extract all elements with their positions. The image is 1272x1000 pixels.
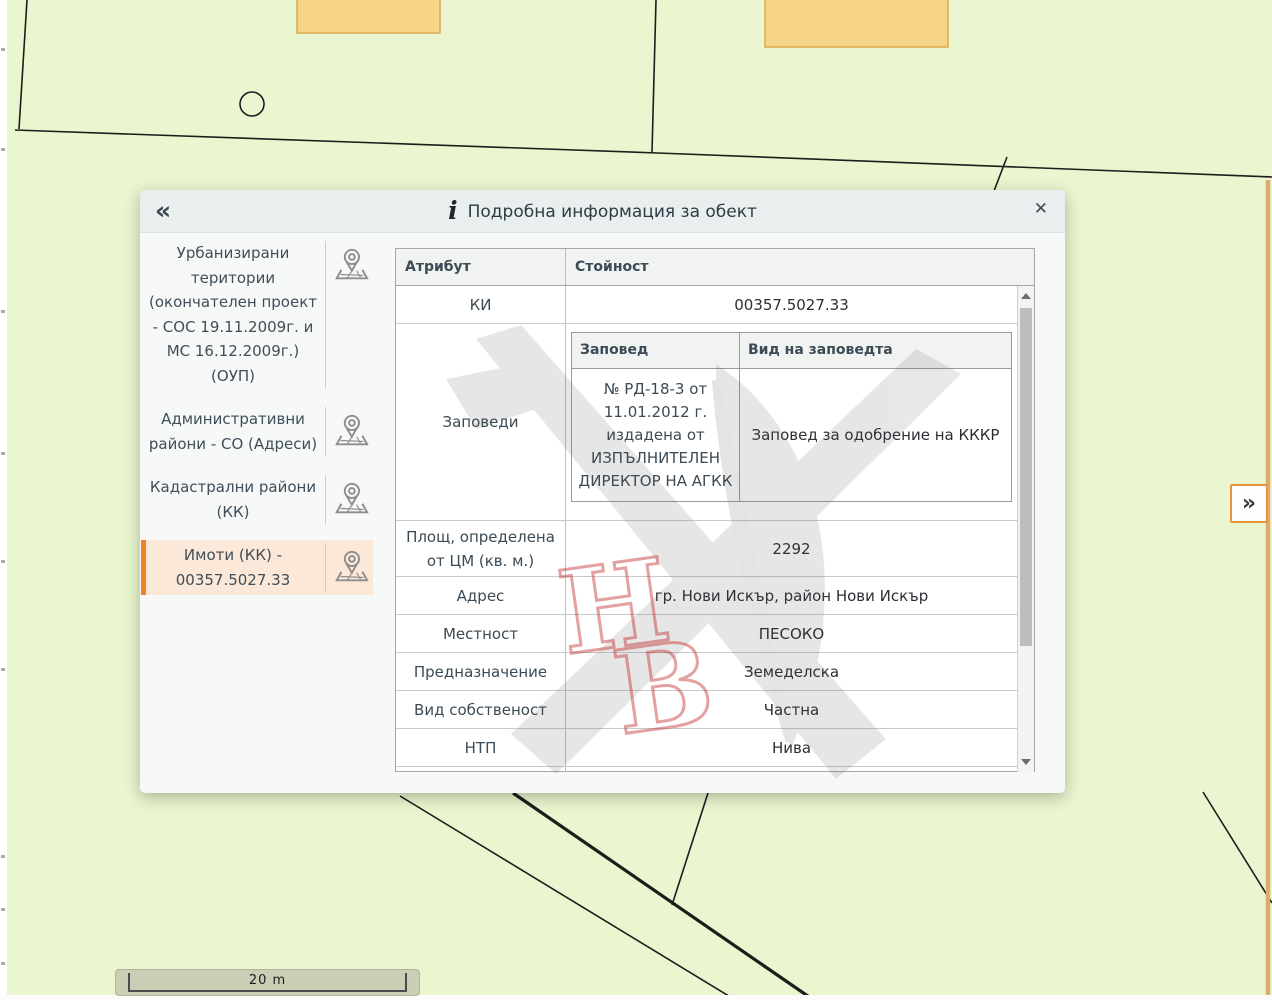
table-scrollbar[interactable] xyxy=(1017,286,1034,772)
icon-column xyxy=(325,475,373,524)
icon-column xyxy=(325,543,373,592)
chevron-double-right-icon: » xyxy=(1242,493,1256,515)
table-row: Местност ПЕСОКО xyxy=(396,615,1017,653)
attr-cell: КИ xyxy=(396,286,566,323)
value-cell: Нива xyxy=(566,729,1017,766)
orders-col-type: Вид на заповедта xyxy=(740,333,1011,368)
dialog-title: Подробна информация за обект xyxy=(468,202,757,222)
scrollbar-thumb[interactable] xyxy=(1020,308,1032,646)
table-row: Площ, определена от ЦМ (кв. м.) 2292 xyxy=(396,521,1017,577)
sidebar-item-label: Урбанизирани територии (окончателен прое… xyxy=(141,241,325,388)
attr-cell: НТП xyxy=(396,729,566,766)
table-row: НТП Нива xyxy=(396,729,1017,767)
attr-cell: Предназначение xyxy=(396,653,566,690)
orders-header-row: Заповед Вид на заповедта xyxy=(572,333,1011,369)
expand-panel-button[interactable]: » xyxy=(1230,484,1268,523)
dialog-header: « iПодробна информация за обект ✕ xyxy=(140,190,1065,233)
table-row: КИ 00357.5027.33 xyxy=(396,286,1017,324)
icon-column xyxy=(325,241,373,388)
header-value: Стойност xyxy=(566,249,1034,285)
sidebar-item-urbanized-territories[interactable]: Урбанизирани територии (окончателен прое… xyxy=(141,238,373,391)
table-row: Предназначение Земеделска xyxy=(396,653,1017,691)
map-pin-icon xyxy=(331,412,369,450)
value-cell: гр. Нови Искър, район Нови Искър xyxy=(566,577,1017,614)
scroll-up-arrow[interactable] xyxy=(1018,288,1034,304)
header-attribute: Атрибут xyxy=(396,249,566,285)
sidebar-item-label: Административни райони - СО (Адреси) xyxy=(141,407,325,456)
order-type-cell: Заповед за одобрение на КККР xyxy=(740,369,1011,501)
table-header-row: Атрибут Стойност xyxy=(396,249,1034,286)
value-cell: 00357.5027.33 xyxy=(566,286,1017,323)
screen: { "dialog": { "collapse_label": "«", "in… xyxy=(0,0,1272,1000)
attr-cell: Заповеди xyxy=(396,324,566,520)
icon-column xyxy=(325,407,373,456)
sidebar-item-administrative-regions[interactable]: Административни райони - СО (Адреси) xyxy=(141,404,373,459)
map-edge-left xyxy=(0,0,7,1000)
table-row-partial xyxy=(396,767,1017,772)
attributes-table: Атрибут Стойност КИ 00357.5027.33 Запове… xyxy=(395,248,1035,772)
order-text-cell: № РД-18-3 от 11.01.2012 г. издадена от И… xyxy=(572,369,740,501)
map-pin-icon xyxy=(331,246,369,284)
attr-cell xyxy=(396,767,566,772)
sidebar-item-label: Кадастрални райони (КК) xyxy=(141,475,325,524)
map-scale-label: 20 m xyxy=(128,973,407,992)
info-icon: i xyxy=(448,196,458,225)
sidebar-item-label: Имоти (КК) - 00357.5027.33 xyxy=(146,543,325,592)
value-cell xyxy=(566,767,1017,772)
attr-cell: Адрес xyxy=(396,577,566,614)
map-scale-bar: 20 m xyxy=(115,969,420,996)
map-pin-icon xyxy=(331,480,369,518)
value-cell-orders: Заповед Вид на заповедта № РД-18-3 от 11… xyxy=(566,324,1017,520)
object-info-dialog: « iПодробна информация за обект ✕ Урбани… xyxy=(140,190,1065,793)
table-row: Адрес гр. Нови Искър, район Нови Искър xyxy=(396,577,1017,615)
dialog-title-wrap: i Подробна информация за обект xyxy=(140,190,1065,232)
orders-nested-table: Заповед Вид на заповедта № РД-18-3 от 11… xyxy=(571,332,1012,502)
orders-col-order: Заповед xyxy=(572,333,740,368)
layers-sidebar: Урбанизирани територии (окончателен прое… xyxy=(141,232,373,793)
sidebar-item-cadastral-regions[interactable]: Кадастрални райони (КК) xyxy=(141,472,373,527)
close-dialog-button[interactable]: ✕ xyxy=(1034,199,1048,219)
value-cell: ПЕСОКО xyxy=(566,615,1017,652)
attr-cell: Местност xyxy=(396,615,566,652)
table-rows: КИ 00357.5027.33 Заповеди Заповед Вид на… xyxy=(396,286,1017,772)
sidebar-item-properties-selected[interactable]: Имоти (КК) - 00357.5027.33 xyxy=(141,540,373,595)
orders-data-row: № РД-18-3 от 11.01.2012 г. издадена от И… xyxy=(572,369,1011,501)
scroll-down-arrow[interactable] xyxy=(1018,754,1034,770)
value-cell: Частна xyxy=(566,691,1017,728)
table-row: Вид собственост Частна xyxy=(396,691,1017,729)
value-cell: Земеделска xyxy=(566,653,1017,690)
attr-cell: Площ, определена от ЦМ (кв. м.) xyxy=(396,521,566,576)
value-cell: 2292 xyxy=(566,521,1017,576)
map-pin-icon xyxy=(331,548,369,586)
table-viewport: КИ 00357.5027.33 Заповеди Заповед Вид на… xyxy=(396,286,1034,772)
attr-cell: Вид собственост xyxy=(396,691,566,728)
table-row-orders: Заповеди Заповед Вид на заповедта № РД-1… xyxy=(396,324,1017,521)
